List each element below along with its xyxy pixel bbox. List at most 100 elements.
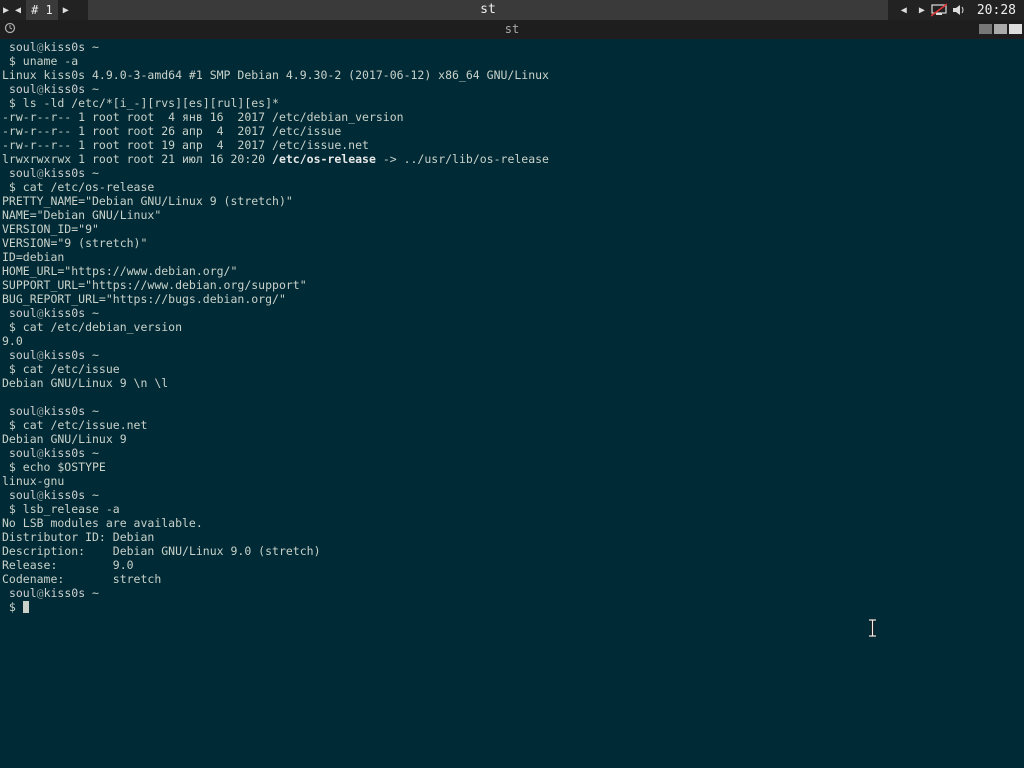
output-text: No LSB modules are available. [2,516,203,530]
output-line: Debian GNU/Linux 9 [2,432,1022,446]
prompt-path: ~ [85,82,99,96]
prompt-host: kiss0s [43,586,86,600]
command-text: $ cat /etc/issue [2,362,120,376]
terminal-output[interactable]: soul@kiss0s ~ $ uname -a Linux kiss0s 4.9… [2,40,1022,614]
command-line: $ cat /etc/debian_version [2,320,1022,334]
prompt-line: soul@kiss0s ~ [2,446,1022,460]
prompt-host: kiss0s [43,348,86,362]
output-line: VERSION_ID="9" [2,222,1022,236]
prompt-host: kiss0s [43,166,86,180]
prev-window-icon[interactable]: ◀ [895,5,913,16]
prompt-user: soul [8,404,37,418]
symlink-target: -> ../usr/lib/os-release [375,152,549,166]
output-text: -rw-r--r-- 1 root root 19 апр 4 2017 /et… [2,138,369,152]
close-button[interactable] [1009,24,1022,34]
output-line: ID=debian [2,250,1022,264]
prompt-line: soul@kiss0s ~ [2,488,1022,502]
prompt-path: ~ [85,488,99,502]
prompt-user: soul [8,348,37,362]
output-text: linux-gnu [2,474,65,488]
workspace-switcher: ▶ ◀ # 1 ▶ [0,0,72,20]
output-line: No LSB modules are available. [2,516,1022,530]
output-line: -rw-r--r-- 1 root root 26 апр 4 2017 /et… [2,124,1022,138]
output-line: Codename: stretch [2,572,1022,586]
prompt-path: ~ [85,306,99,320]
output-text: SUPPORT_URL="https://www.debian.org/supp… [2,278,307,292]
output-line: HOME_URL="https://www.debian.org/" [2,264,1022,278]
output-text: VERSION_ID="9" [2,222,99,236]
output-text: VERSION="9 (stretch)" [2,236,148,250]
input-line: $ [2,600,1022,614]
prompt-at: @ [36,166,44,180]
prompt-host: kiss0s [43,446,86,460]
maximize-button[interactable] [994,24,1007,34]
prompt-line: soul@kiss0s ~ [2,348,1022,362]
play-icon[interactable]: ▶ [0,5,12,16]
prompt-at: @ [36,404,44,418]
output-text: Linux kiss0s 4.9.0-3-amd64 #1 SMP Debian… [2,68,549,82]
command-text: $ uname -a [2,54,79,68]
next-workspace-icon[interactable]: ▶ [60,5,72,16]
prompt-user: soul [8,306,37,320]
window-titlebar: st [0,20,1024,39]
output-line: Description: Debian GNU/Linux 9.0 (stret… [2,544,1022,558]
top-panel: ▶ ◀ # 1 ▶ st ◀ ▶ 20:28 [0,0,1024,20]
prompt-line: soul@kiss0s ~ [2,166,1022,180]
output-text: 9.0 [2,334,23,348]
command-text: $ cat /etc/issue.net [2,418,148,432]
terminal-cursor [22,601,29,613]
text-cursor-icon [869,619,876,637]
output-line: Distributor ID: Debian [2,530,1022,544]
output-text: Description: Debian GNU/Linux 9.0 (stret… [2,544,321,558]
workspace-label[interactable]: # 1 [26,0,58,20]
titlebar-title: st [504,22,520,36]
clock: 20:28 [976,2,1016,18]
prompt-user: soul [8,82,37,96]
prompt-at: @ [36,586,44,600]
prompt-user: soul [8,488,37,502]
prompt-host: kiss0s [43,82,86,96]
prompt-user: soul [8,586,37,600]
output-text: Debian GNU/Linux 9 \n \l [2,376,169,390]
output-line: VERSION="9 (stretch)" [2,236,1022,250]
prompt-at: @ [36,40,44,54]
volume-icon[interactable] [951,3,967,17]
prompt-host: kiss0s [43,40,86,54]
output-text: -rw-r--r-- 1 root root 4 янв 16 2017 /et… [2,110,404,124]
prev-workspace-icon[interactable]: ◀ [12,5,24,16]
prompt-at: @ [36,82,44,96]
prompt-host: kiss0s [43,488,86,502]
command-line: $ ls -ld /etc/*[i_-][rvs][es][rul][es]* [2,96,1022,110]
command-line: $ cat /etc/issue.net [2,418,1022,432]
command-line: $ cat /etc/issue [2,362,1022,376]
output-line: -rw-r--r-- 1 root root 19 апр 4 2017 /et… [2,138,1022,152]
output-line: -rw-r--r-- 1 root root 4 янв 16 2017 /et… [2,110,1022,124]
next-window-icon[interactable]: ▶ [913,5,931,16]
window-controls [979,24,1022,34]
prompt-path: ~ [85,348,99,362]
minimize-button[interactable] [979,24,992,34]
output-line: NAME="Debian GNU/Linux" [2,208,1022,222]
prompt-at: @ [36,488,44,502]
output-text: Codename: stretch [2,572,162,586]
output-text: NAME="Debian GNU/Linux" [2,208,162,222]
output-line: SUPPORT_URL="https://www.debian.org/supp… [2,278,1022,292]
command-text: $ lsb_release -a [2,502,120,516]
symlink-name: /etc/os-release [272,152,376,166]
output-text: Debian GNU/Linux 9 [2,432,127,446]
output-text: lrwxrwxrwx 1 root root 21 июл 16 20:20 [2,152,273,166]
network-icon[interactable] [930,3,948,17]
prompt-at: @ [36,446,44,460]
output-text: ID=debian [2,250,65,264]
prompt-at: @ [36,306,44,320]
output-line: Linux kiss0s 4.9.0-3-amd64 #1 SMP Debian… [2,68,1022,82]
output-text: Release: 9.0 [2,558,134,572]
output-line: 9.0 [2,334,1022,348]
command-line: $ cat /etc/os-release [2,180,1022,194]
prompt-line: soul@kiss0s ~ [2,306,1022,320]
output-text: BUG_REPORT_URL="https://bugs.debian.org/… [2,292,286,306]
tray: ◀ ▶ 20:28 [895,0,1024,20]
prompt-line: soul@kiss0s ~ [2,586,1022,600]
command-line: $ uname -a [2,54,1022,68]
